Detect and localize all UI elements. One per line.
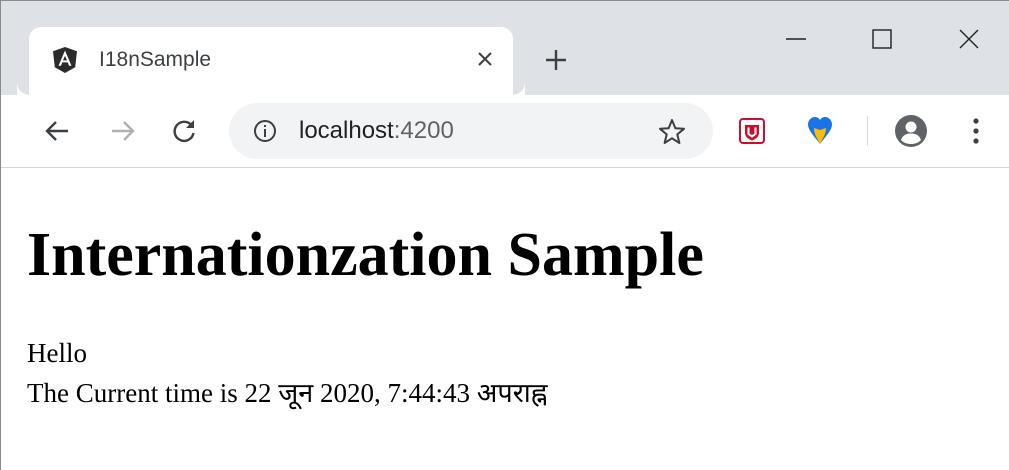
maximize-icon (872, 29, 892, 49)
forward-button[interactable] (105, 113, 141, 149)
heart-drop-extension-icon[interactable] (807, 116, 833, 146)
maximize-button[interactable] (862, 19, 902, 59)
mcafee-shield-icon[interactable] (739, 118, 765, 144)
minimize-button[interactable] (776, 19, 816, 59)
new-tab-button[interactable] (541, 45, 571, 75)
current-time-line: The Current time is 22 जून 2020, 7:44:43… (27, 376, 548, 410)
tab-title: I18nSample (99, 48, 212, 71)
browser-window: I18nSample localhost:4200 Internationzat… (0, 0, 1009, 470)
browser-menu-button[interactable] (961, 114, 991, 148)
close-icon (478, 52, 492, 66)
browser-toolbar: localhost:4200 (1, 95, 1009, 168)
reload-icon (173, 120, 195, 143)
page-title: Internationzation Sample (27, 221, 704, 289)
url-host: localhost (299, 117, 394, 144)
plus-icon (546, 50, 566, 70)
time-prefix: The Current time is (27, 378, 245, 408)
greeting-text: Hello (27, 338, 87, 368)
back-button[interactable] (39, 113, 75, 149)
account-circle-icon[interactable] (894, 114, 928, 148)
kebab-menu-icon (973, 118, 979, 144)
close-icon (959, 29, 979, 49)
reload-button[interactable] (166, 113, 202, 149)
page-content: Internationzation Sample Hello The Curre… (1, 168, 1009, 470)
forward-arrow-icon (112, 121, 135, 141)
tab-i18nsample[interactable]: I18nSample (29, 27, 525, 95)
star-icon[interactable] (657, 117, 687, 147)
tab-close-button[interactable] (471, 45, 499, 73)
close-window-button[interactable] (949, 19, 989, 59)
info-icon[interactable] (253, 119, 277, 143)
url-text[interactable]: localhost:4200 (299, 117, 454, 145)
url-port: :4200 (393, 117, 454, 144)
time-value: 22 जून 2020, 7:44:43 अपराह्न (244, 378, 548, 408)
minimize-icon (786, 38, 806, 40)
angular-logo-icon (53, 47, 77, 73)
toolbar-separator (867, 116, 868, 146)
address-bar[interactable]: localhost:4200 (229, 103, 713, 159)
tab-strip: I18nSample (1, 1, 1009, 95)
back-arrow-icon (45, 121, 68, 141)
